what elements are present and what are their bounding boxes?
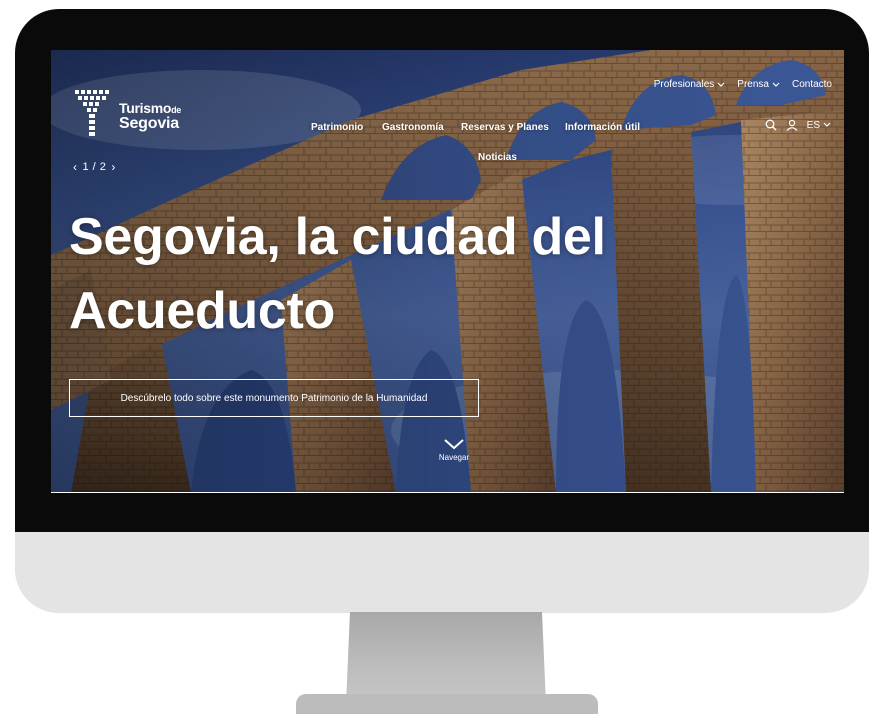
next-slide-arrow-icon[interactable]: › — [111, 160, 116, 174]
hero-cta-button[interactable]: Descúbrelo todo sobre este monumento Pat… — [69, 379, 479, 417]
chevron-down-icon — [772, 82, 780, 87]
search-icon[interactable] — [765, 119, 777, 131]
nav-reservas-y-planes[interactable]: Reservas y Planes — [461, 122, 565, 133]
hero-title-line2: Acueducto — [69, 282, 335, 340]
language-selector[interactable]: ES — [807, 120, 831, 131]
hero-title-line1: Segovia, la ciudad del — [69, 208, 606, 266]
scroll-down-button[interactable]: Navegar — [434, 438, 474, 462]
main-nav: Patrimonio Gastronomía Reservas y Planes… — [311, 122, 640, 133]
nav-informacion-util[interactable]: Información útil — [565, 122, 640, 133]
nav-contacto-label: Contacto — [791, 79, 832, 90]
chevron-down-icon — [823, 122, 831, 127]
chevron-down-icon — [444, 439, 464, 450]
monitor-chin — [15, 532, 869, 613]
nav-noticias[interactable]: Noticias — [478, 152, 517, 163]
website-screen: Turismode Segovia Profesionales Prensa C… — [51, 50, 844, 493]
slider-counter: 1 / 2 — [82, 161, 107, 173]
prev-slide-arrow-icon[interactable]: ‹ — [73, 160, 78, 174]
nav-patrimonio[interactable]: Patrimonio — [311, 122, 382, 133]
hero-bottom-divider — [51, 492, 844, 493]
secondary-nav: Profesionales Prensa Contacto — [642, 79, 832, 90]
nav-contacto[interactable]: Contacto — [792, 79, 832, 90]
nav-gastronomia[interactable]: Gastronomía — [382, 122, 461, 133]
hero-cta-label: Descúbrelo todo sobre este monumento Pat… — [120, 392, 428, 404]
logo-text-turismo: Turismode — [119, 100, 181, 116]
nav-profesionales-label: Profesionales — [653, 79, 715, 90]
monitor-stand — [346, 612, 546, 704]
scroll-down-label: Navegar — [438, 453, 470, 462]
nav-prensa-label: Prensa — [737, 79, 769, 90]
logo-turismo-segovia[interactable]: Turismode Segovia — [75, 90, 185, 138]
nav-prensa[interactable]: Prensa — [737, 79, 780, 90]
chevron-down-icon — [717, 82, 725, 87]
header-tools: ES — [765, 119, 831, 131]
slider-pager: ‹ 1 / 2 › — [73, 160, 116, 174]
aqueduct-logo-icon — [75, 90, 109, 136]
logo-text-segovia: Segovia — [119, 115, 179, 132]
language-label: ES — [806, 119, 820, 131]
user-icon[interactable] — [786, 119, 798, 131]
nav-profesionales[interactable]: Profesionales — [654, 79, 726, 90]
monitor-stand-base — [296, 694, 598, 714]
hero-title: Segovia, la ciudad del Acueducto — [69, 200, 709, 348]
